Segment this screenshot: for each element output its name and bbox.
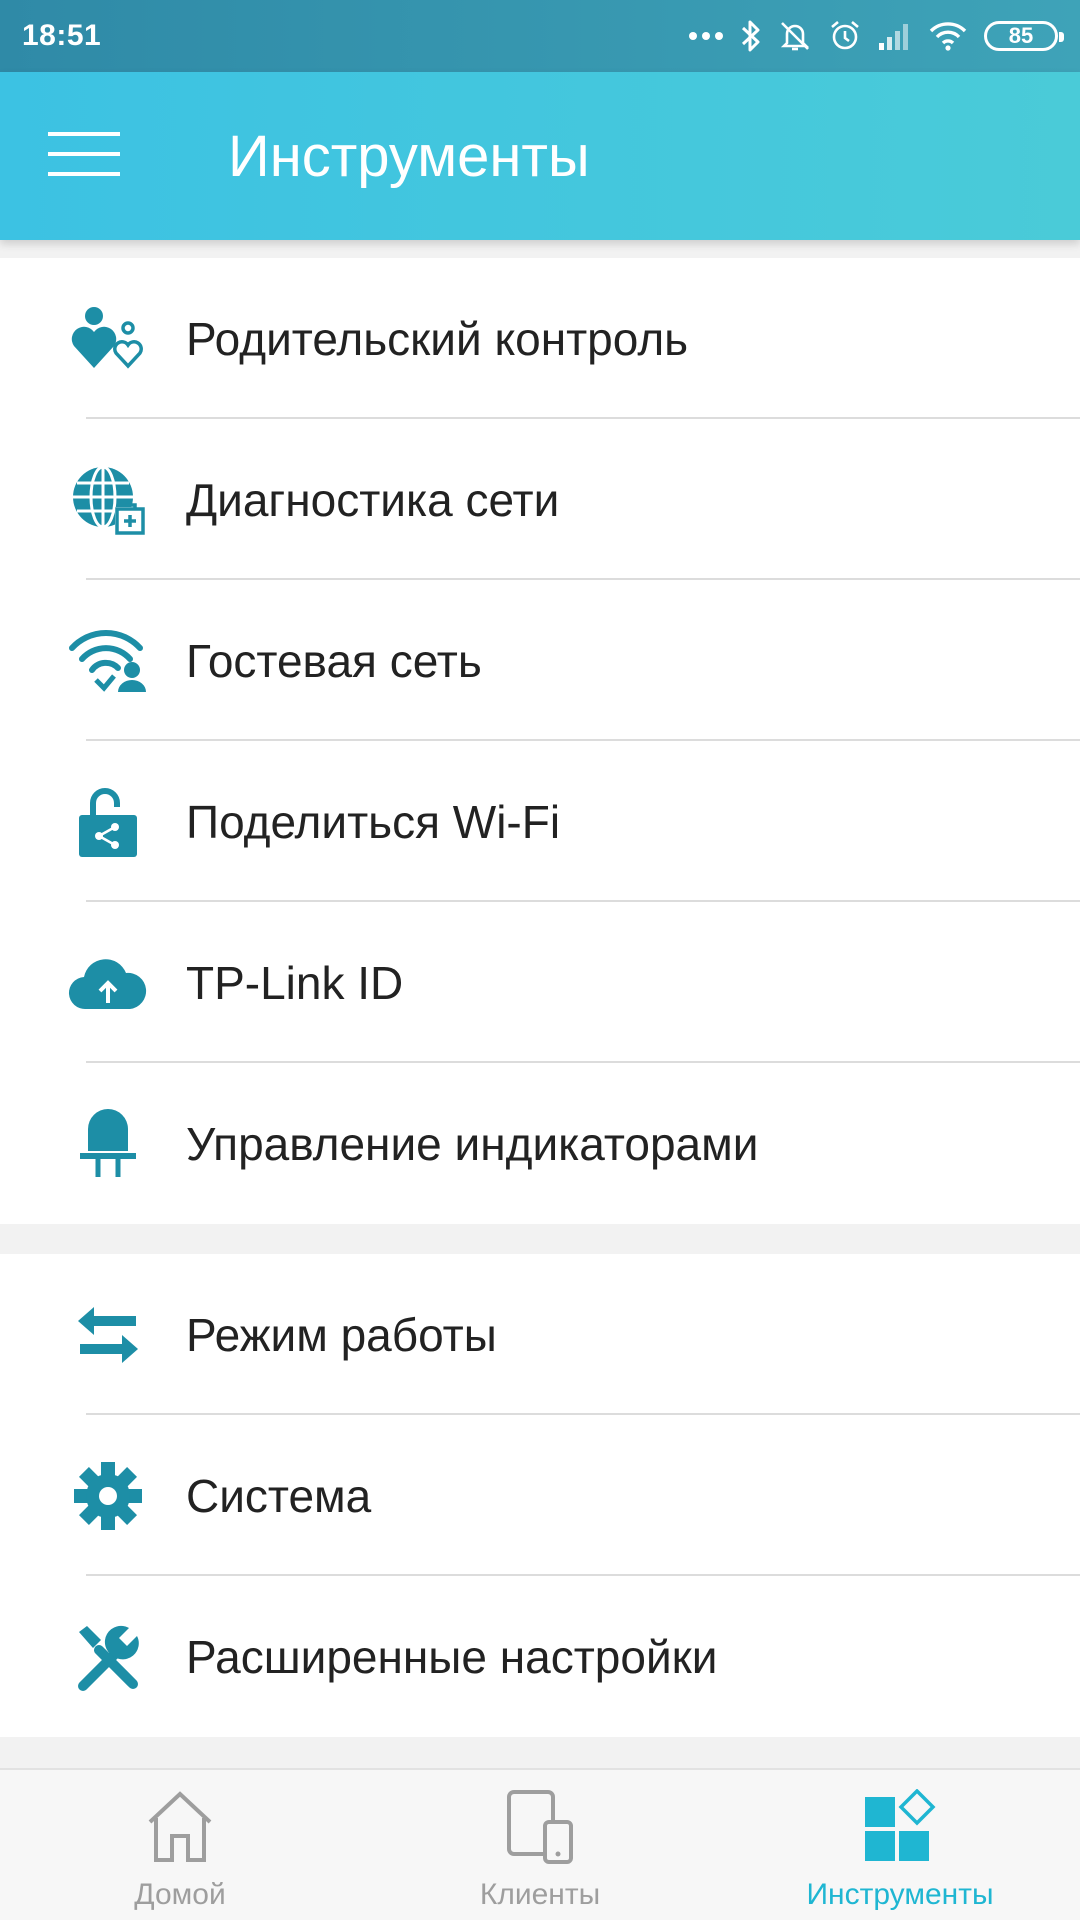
list-item-label: Расширенные настройки — [186, 1630, 718, 1683]
list-item-label: Поделиться Wi-Fi — [186, 795, 561, 848]
list-item-guest-network[interactable]: Гостевая сеть — [0, 580, 1080, 741]
nav-tools[interactable]: Инструменты — [720, 1770, 1080, 1920]
list-item-led-control[interactable]: Управление индикаторами — [0, 1063, 1080, 1224]
tools-grid-icon — [863, 1784, 937, 1868]
home-icon — [140, 1784, 220, 1868]
status-icons: 85 — [688, 19, 1064, 53]
nav-label: Клиенты — [479, 1878, 601, 1911]
status-bar: 18:51 85 — [0, 0, 1080, 72]
guest-network-icon — [66, 619, 150, 703]
nav-clients[interactable]: Клиенты — [360, 1770, 720, 1920]
bottom-navigation: Домой Клиенты Инструменты — [0, 1768, 1080, 1920]
led-indicator-icon — [66, 1102, 150, 1186]
list-item-label: Родительский контроль — [186, 312, 689, 365]
share-wifi-icon — [66, 780, 150, 864]
nav-label: Домой — [134, 1878, 226, 1911]
tools-icon — [66, 1615, 150, 1699]
devices-icon — [505, 1784, 575, 1868]
list-item-network-diagnostics[interactable]: Диагностика сети — [0, 419, 1080, 580]
network-diagnostics-icon — [66, 458, 150, 542]
list-item-label: Управление индикаторами — [186, 1117, 759, 1170]
gear-icon — [66, 1454, 150, 1538]
list-item-operation-mode[interactable]: Режим работы — [0, 1254, 1080, 1415]
tools-list-main: Родительский контроль Диагностика сети Г… — [0, 258, 1080, 1224]
more-dots-icon — [688, 31, 724, 41]
list-item-label: TP-Link ID — [186, 956, 404, 1009]
nav-label: Инструменты — [806, 1878, 994, 1911]
battery-level: 85 — [1008, 23, 1034, 48]
list-item-tp-link-id[interactable]: TP-Link ID — [0, 902, 1080, 1063]
app-bar: Инструменты — [0, 72, 1080, 240]
cloud-icon — [66, 941, 150, 1025]
parental-control-icon — [66, 297, 150, 381]
signal-icon — [878, 21, 912, 51]
list-item-label: Гостевая сеть — [186, 634, 482, 687]
mute-icon — [778, 19, 812, 53]
list-item-label: Режим работы — [186, 1308, 497, 1361]
wifi-icon — [928, 21, 968, 51]
list-item-system[interactable]: Система — [0, 1415, 1080, 1576]
alarm-icon — [828, 19, 862, 53]
list-item-share-wifi[interactable]: Поделиться Wi-Fi — [0, 741, 1080, 902]
bluetooth-icon — [740, 19, 762, 53]
hamburger-menu-icon — [48, 130, 120, 183]
tools-list-system: Режим работы Система Расширенные настрой… — [0, 1254, 1080, 1737]
page-title: Инструменты — [228, 123, 590, 189]
list-item-parental-control[interactable]: Родительский контроль — [0, 258, 1080, 419]
list-item-advanced-settings[interactable]: Расширенные настройки — [0, 1576, 1080, 1737]
list-item-label: Диагностика сети — [186, 473, 560, 526]
menu-button[interactable] — [24, 96, 144, 216]
status-time: 18:51 — [22, 19, 102, 52]
list-item-label: Система — [186, 1469, 372, 1522]
nav-home[interactable]: Домой — [0, 1770, 360, 1920]
battery-icon: 85 — [984, 21, 1064, 51]
operation-mode-icon — [66, 1293, 150, 1377]
